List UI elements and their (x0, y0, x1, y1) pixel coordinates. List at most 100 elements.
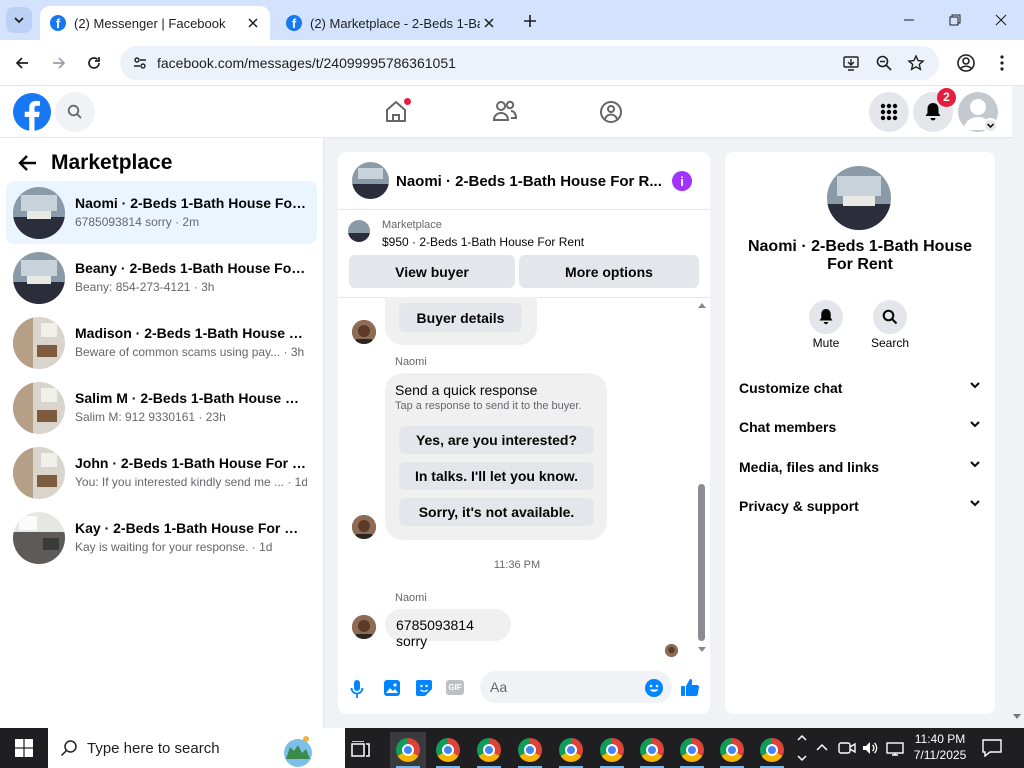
back-arrow-icon[interactable] (18, 154, 38, 172)
gif-icon[interactable]: GIF (446, 680, 464, 695)
chat-header: Naomi · 2-Beds 1-Bath House For R... i (338, 152, 710, 210)
system-clock[interactable]: 11:40 PM 7/11/2025 (910, 731, 970, 763)
quick-response-button[interactable]: Yes, are you interested? (399, 426, 594, 454)
menu-button[interactable] (869, 92, 909, 132)
show-hidden-icons-icon[interactable] (815, 741, 829, 755)
listing-title[interactable]: $950 · 2-Beds 1-Bath House For Rent (382, 235, 584, 249)
new-tab-button[interactable] (519, 10, 541, 32)
conversation-item[interactable]: Salim M · 2-Beds 1-Bath House For Rent S… (6, 376, 317, 439)
task-view-icon (351, 741, 370, 757)
zoom-icon[interactable] (875, 54, 893, 72)
url-text: facebook.com/messages/t/2409999578636105… (157, 55, 456, 71)
view-buyer-button[interactable]: View buyer (349, 255, 515, 288)
taskbar-chrome-window[interactable] (714, 732, 750, 768)
address-bar[interactable]: facebook.com/messages/t/2409999578636105… (120, 46, 939, 80)
sticker-icon[interactable] (415, 679, 433, 697)
reload-button[interactable] (82, 51, 106, 75)
taskbar-chrome-window[interactable] (430, 732, 466, 768)
volume-icon[interactable] (862, 740, 878, 756)
emoji-icon[interactable] (644, 678, 664, 698)
photo-icon[interactable] (383, 679, 401, 697)
quick-response-button[interactable]: Sorry, it's not available. (399, 498, 594, 526)
quick-response-button[interactable]: In talks. I'll let you know. (399, 462, 594, 490)
taskbar-chrome-window[interactable] (674, 732, 710, 768)
chat-scrollbar[interactable] (696, 300, 708, 654)
close-window-button[interactable] (989, 8, 1013, 32)
taskbar-search-box[interactable]: Type here to search (48, 728, 345, 768)
more-vertical-icon (1000, 55, 1004, 71)
network-icon[interactable] (886, 740, 904, 756)
facebook-logo-icon[interactable] (13, 93, 51, 131)
scroll-down-icon[interactable] (698, 647, 706, 653)
meet-now-icon[interactable] (838, 740, 856, 756)
taskbar-chrome-window[interactable] (634, 732, 670, 768)
conversation-item[interactable]: John · 2-Beds 1-Bath House For Rent You:… (6, 441, 317, 504)
taskbar-chrome-window[interactable] (512, 732, 548, 768)
task-view-button[interactable] (343, 732, 379, 768)
buyer-details-button[interactable]: Buyer details (399, 303, 522, 332)
search-icon (882, 309, 898, 325)
close-tab-button[interactable] (480, 14, 498, 32)
minimize-button[interactable] (897, 8, 921, 32)
taskbar-chrome-window[interactable] (553, 732, 589, 768)
start-button[interactable] (0, 728, 48, 768)
tab-title: (2) Messenger | Facebook (74, 15, 226, 31)
chrome-icon (396, 738, 420, 762)
restore-button[interactable] (943, 8, 967, 32)
conversation-preview: Salim M: 912 9330161 · 23h (75, 410, 226, 424)
install-app-icon[interactable] (842, 54, 860, 72)
listing-avatar[interactable] (827, 166, 891, 230)
more-options-button[interactable]: More options (519, 255, 699, 288)
chrome-icon (760, 738, 784, 762)
tab-search-button[interactable] (6, 7, 32, 33)
notification-center-icon[interactable] (982, 739, 1002, 757)
taskbar-chrome-window[interactable] (471, 732, 507, 768)
conversation-item[interactable]: Beany · 2-Beds 1-Bath House For Rent Bea… (6, 246, 317, 309)
scroll-up-icon[interactable] (698, 302, 706, 308)
customize-chat-section[interactable]: Customize chat (739, 375, 981, 401)
home-nav-button[interactable] (383, 98, 411, 126)
chat-title[interactable]: Naomi · 2-Beds 1-Bath House For R... (396, 173, 662, 190)
taskbar-chrome-window[interactable] (754, 732, 790, 768)
page-scroll-down-icon[interactable] (1012, 713, 1022, 721)
microphone-icon[interactable] (350, 679, 364, 699)
sender-avatar[interactable] (352, 320, 376, 344)
taskbar-chrome-window[interactable] (390, 732, 426, 768)
notifications-button[interactable]: 2 (913, 88, 956, 132)
scrollbar-thumb[interactable] (698, 484, 705, 641)
mute-button[interactable] (809, 300, 843, 334)
close-icon (248, 18, 258, 28)
conversation-info-icon[interactable]: i (672, 171, 692, 191)
thumbs-up-icon[interactable] (680, 677, 700, 697)
friends-nav-button[interactable] (492, 99, 520, 125)
search-conversation-button[interactable] (873, 300, 907, 334)
sender-avatar[interactable] (352, 615, 376, 639)
bookmark-star-icon[interactable] (907, 54, 925, 72)
message-bubble[interactable]: 6785093814 sorry (385, 609, 511, 649)
site-info-icon[interactable] (132, 55, 148, 71)
search-facebook-button[interactable] (55, 92, 95, 132)
taskbar-chrome-window[interactable] (594, 732, 630, 768)
account-button[interactable] (958, 92, 998, 133)
conversation-item[interactable]: Naomi · 2-Beds 1-Bath House For Rent 678… (6, 181, 317, 244)
media-files-links-section[interactable]: Media, files and links (739, 454, 981, 480)
page-title: Marketplace (51, 151, 173, 174)
close-tab-button[interactable] (244, 14, 262, 32)
conversation-preview: Beware of common scams using pay... · 3h (75, 345, 305, 359)
conversation-item[interactable]: Madison · 2-Beds 1-Bath House For Rent B… (6, 311, 317, 374)
tab-marketplace[interactable]: f (2) Marketplace - 2-Beds 1-Bath (276, 6, 506, 40)
chat-members-section[interactable]: Chat members (739, 414, 981, 440)
taskbar-overflow-scroller[interactable] (795, 730, 809, 766)
chrome-menu-button[interactable] (990, 51, 1014, 75)
chat-avatar[interactable] (352, 162, 389, 199)
sender-avatar[interactable] (352, 515, 376, 539)
conversation-item[interactable]: Kay · 2-Beds 1-Bath House For Rent Kay i… (6, 506, 317, 569)
back-button[interactable] (10, 51, 34, 75)
forward-button[interactable] (47, 51, 71, 75)
groups-nav-button[interactable] (598, 99, 626, 125)
conversation-details-panel: Naomi · 2-Beds 1-Bath House For Rent Mut… (725, 152, 995, 714)
tab-messenger[interactable]: f (2) Messenger | Facebook (40, 6, 270, 40)
privacy-support-section[interactable]: Privacy & support (739, 493, 981, 519)
listing-thumbnail (348, 220, 370, 242)
profile-button[interactable] (954, 51, 978, 75)
